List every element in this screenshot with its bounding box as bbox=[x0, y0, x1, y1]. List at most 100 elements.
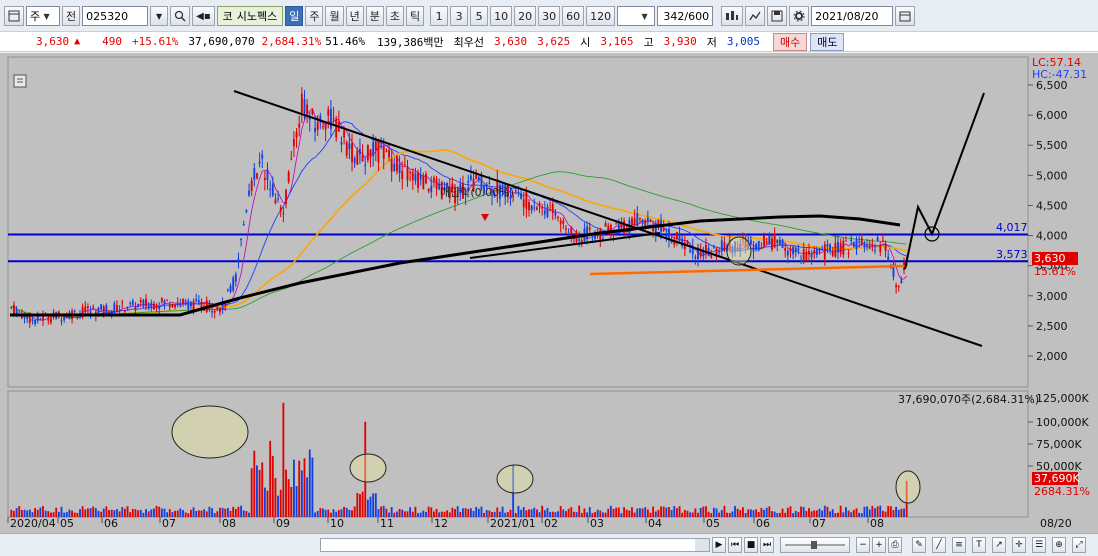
stop-icon[interactable]: ■ bbox=[744, 537, 758, 553]
interval-3-button[interactable]: 3 bbox=[450, 6, 469, 26]
candle-body bbox=[335, 118, 338, 138]
market-tag: 코 bbox=[222, 10, 233, 23]
volume-bar bbox=[285, 469, 287, 517]
chart-scroll-thumb[interactable] bbox=[695, 539, 709, 551]
sound-icon[interactable]: ◀▪ bbox=[192, 6, 215, 26]
candle-body bbox=[469, 175, 472, 180]
type-button[interactable]: 전 bbox=[62, 6, 81, 26]
volume-bar bbox=[208, 506, 211, 517]
interval-5-button[interactable]: 5 bbox=[470, 6, 489, 26]
calendar-icon[interactable] bbox=[895, 6, 916, 26]
volume-bar bbox=[842, 512, 845, 517]
volume-bar bbox=[343, 506, 346, 517]
volume-bar bbox=[847, 510, 850, 517]
gear-icon[interactable] bbox=[789, 6, 810, 26]
code-input[interactable]: 025320 bbox=[82, 6, 149, 26]
volume-bar bbox=[866, 506, 868, 517]
market-select[interactable]: 주 ▼ bbox=[26, 6, 60, 26]
volume-bar bbox=[633, 512, 636, 517]
volume-bar bbox=[752, 510, 755, 517]
buy-button[interactable]: 매수 bbox=[772, 32, 808, 51]
candle-body bbox=[184, 300, 187, 302]
ask-price: 3,630 bbox=[493, 35, 528, 48]
crosshair-icon[interactable] bbox=[745, 6, 766, 26]
draw-tool-icon[interactable]: ✎ bbox=[912, 537, 926, 553]
volume-bar bbox=[380, 506, 383, 517]
interval-1-button[interactable]: 1 bbox=[430, 6, 449, 26]
period-second-tab[interactable]: 초 bbox=[385, 6, 404, 26]
window-icon[interactable] bbox=[4, 6, 24, 26]
volume-bar bbox=[60, 506, 63, 517]
pin-icon[interactable]: ⊕ bbox=[1052, 537, 1066, 553]
date-input[interactable]: 2021/08/20 bbox=[811, 6, 894, 26]
candle-body bbox=[879, 244, 882, 253]
indicator-icon[interactable] bbox=[721, 6, 744, 26]
stock-title: 코 시노펙스 bbox=[216, 6, 284, 26]
candle-body bbox=[815, 248, 818, 255]
expand-icon[interactable]: ⤢ bbox=[1072, 537, 1086, 553]
volume-bar bbox=[396, 511, 398, 517]
text-tool-icon[interactable]: T bbox=[972, 537, 986, 553]
candle-body bbox=[488, 182, 491, 184]
price-tick-label: 5,500 bbox=[1036, 139, 1068, 152]
line-tool-icon[interactable]: ╱ bbox=[932, 537, 946, 553]
crosshair-tool-icon[interactable]: ✛ bbox=[1012, 537, 1026, 553]
interval-30-button[interactable]: 30 bbox=[538, 6, 561, 26]
search-icon[interactable] bbox=[170, 6, 191, 26]
candle-body bbox=[126, 308, 129, 310]
chart-canvas[interactable]: LC:57.14 HC:-47.31 6,5006,0005,5005,0004… bbox=[0, 53, 1098, 533]
volume-bar bbox=[100, 511, 103, 517]
candle-body bbox=[823, 244, 826, 260]
zoom-out-icon[interactable]: − bbox=[856, 537, 870, 553]
candle-body bbox=[889, 267, 892, 269]
volume-bar bbox=[683, 510, 686, 517]
candle-body bbox=[351, 143, 353, 163]
stock-chart[interactable]: LC:57.14 HC:-47.31 6,500 6,000 5,500 5,000 4… bbox=[0, 53, 1098, 533]
volume-bar bbox=[559, 506, 562, 517]
interval-120-button[interactable]: 120 bbox=[586, 6, 616, 26]
last-icon[interactable]: ⏭ bbox=[760, 537, 774, 553]
scroll-right-icon[interactable]: ▶ bbox=[712, 537, 726, 553]
candle-body bbox=[641, 219, 644, 225]
interval-60-button[interactable]: 60 bbox=[562, 6, 585, 26]
candle-body bbox=[390, 159, 393, 172]
candle-body bbox=[290, 158, 293, 160]
period-tick-tab[interactable]: 틱 bbox=[405, 6, 425, 26]
candle-body bbox=[784, 248, 787, 251]
chart-settings-icon[interactable] bbox=[13, 74, 27, 88]
code-dropdown-button[interactable]: ▼ bbox=[150, 6, 169, 26]
period-day-tab[interactable]: 일 bbox=[285, 6, 304, 26]
volume-bar bbox=[530, 509, 533, 517]
sell-button[interactable]: 매도 bbox=[810, 32, 845, 51]
custom-interval-select[interactable]: ▼ bbox=[617, 6, 656, 26]
count-input[interactable]: 342 /600 bbox=[657, 6, 714, 26]
period-year-tab[interactable]: 년 bbox=[345, 6, 364, 26]
zoom-in-icon[interactable]: + bbox=[872, 537, 886, 553]
candle-body bbox=[382, 146, 385, 160]
candle-body bbox=[578, 239, 581, 241]
arrow-tool-icon[interactable]: ↗ bbox=[992, 537, 1006, 553]
candle-body bbox=[403, 164, 406, 166]
candle-body bbox=[805, 251, 808, 261]
period-month-tab[interactable]: 월 bbox=[325, 6, 344, 26]
save-icon[interactable] bbox=[767, 6, 788, 26]
volume-bar bbox=[596, 509, 599, 517]
candle-body bbox=[530, 205, 533, 211]
highlight-ellipse bbox=[496, 464, 534, 494]
period-week-tab[interactable]: 주 bbox=[305, 6, 324, 26]
chart-scroll-track[interactable] bbox=[320, 538, 710, 552]
candle-body bbox=[525, 190, 528, 209]
x-axis-label: 08 bbox=[222, 517, 236, 530]
interval-10-button[interactable]: 10 bbox=[490, 6, 513, 26]
interval-20-button[interactable]: 20 bbox=[514, 6, 537, 26]
zoom-slider[interactable] bbox=[780, 537, 850, 553]
candle-body bbox=[155, 305, 158, 309]
period-minute-tab[interactable]: 분 bbox=[365, 6, 384, 26]
candle-body bbox=[821, 248, 824, 250]
fib-tool-icon[interactable]: ≡ bbox=[952, 537, 966, 553]
list-icon[interactable]: ☰ bbox=[1032, 537, 1046, 553]
print-icon[interactable]: ⎙ bbox=[888, 537, 902, 553]
first-icon[interactable]: ⏮ bbox=[728, 537, 742, 553]
candle-body bbox=[631, 218, 633, 226]
volume-bar bbox=[472, 510, 475, 517]
